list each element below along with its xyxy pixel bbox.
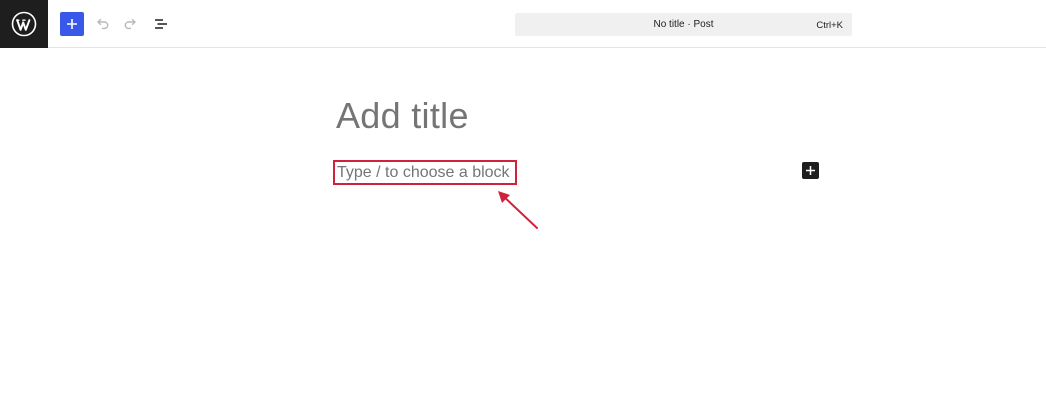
redo-button[interactable]	[119, 12, 143, 36]
undo-button[interactable]	[90, 12, 114, 36]
keyboard-shortcut-label: Ctrl+K	[816, 20, 843, 31]
wordpress-icon	[11, 11, 37, 37]
wordpress-logo-button[interactable]	[0, 0, 48, 48]
add-block-button[interactable]	[60, 12, 84, 36]
redo-icon	[124, 18, 136, 30]
post-title-input[interactable]: Add title	[336, 92, 469, 140]
list-view-icon	[155, 19, 167, 29]
paragraph-block-placeholder[interactable]: Type / to choose a block	[333, 160, 517, 185]
command-palette-bar[interactable]: No title · Post Ctrl+K	[515, 13, 852, 36]
plus-icon	[67, 19, 77, 29]
editor-app: No title · Post Ctrl+K Add title Type / …	[0, 0, 1046, 412]
annotation-arrow	[498, 191, 538, 229]
block-placeholder-text: Type / to choose a block	[337, 164, 510, 181]
document-title: No title · Post	[653, 19, 714, 30]
document-overview-button[interactable]	[149, 12, 173, 36]
undo-icon	[97, 18, 109, 30]
block-inserter-button[interactable]	[802, 162, 819, 179]
editor-header: No title · Post Ctrl+K	[0, 0, 1046, 48]
plus-icon	[806, 166, 815, 175]
